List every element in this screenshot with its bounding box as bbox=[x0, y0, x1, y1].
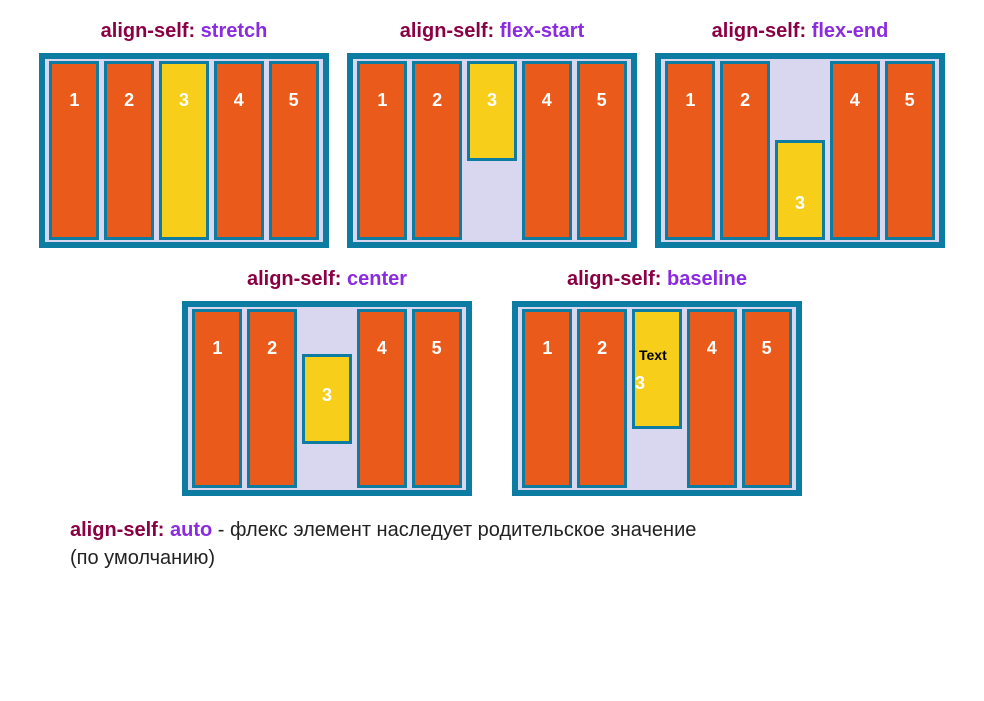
flex-item: 1 bbox=[357, 61, 407, 240]
flex-item: 1 bbox=[49, 61, 99, 240]
flex-item: 2 bbox=[577, 309, 627, 488]
baseline-text-label: Text bbox=[635, 345, 671, 365]
flex-item-special: 3 bbox=[302, 354, 352, 444]
container-flex-start: 1 2 3 4 5 bbox=[347, 53, 637, 248]
flex-item: 5 bbox=[577, 61, 627, 240]
flex-item: 4 bbox=[687, 309, 737, 488]
title-flex-end: align-self: flex-end bbox=[712, 20, 889, 43]
panel-flex-start: align-self: flex-start 1 2 3 4 5 bbox=[347, 20, 637, 248]
container-flex-end: 1 2 3 4 5 bbox=[655, 53, 945, 248]
flex-item: 4 bbox=[830, 61, 880, 240]
top-row: align-self: stretch 1 2 3 4 5 align-self… bbox=[30, 20, 954, 248]
flex-item: 5 bbox=[269, 61, 319, 240]
flex-item: 5 bbox=[885, 61, 935, 240]
flex-item: 5 bbox=[412, 309, 462, 488]
flex-item: 4 bbox=[214, 61, 264, 240]
title-center: align-self: center bbox=[247, 268, 407, 291]
flex-item: 2 bbox=[720, 61, 770, 240]
footer-note: align-self: auto - флекс элемент наследу… bbox=[30, 516, 954, 572]
container-center: 1 2 3 4 5 bbox=[182, 301, 472, 496]
flex-item-special: 3 bbox=[467, 61, 517, 161]
flex-item: 4 bbox=[522, 61, 572, 240]
container-stretch: 1 2 3 4 5 bbox=[39, 53, 329, 248]
flex-item: 1 bbox=[192, 309, 242, 488]
container-baseline: 1 2 Text 3 4 5 bbox=[512, 301, 802, 496]
flex-item-special: 3 bbox=[159, 61, 209, 240]
title-baseline: align-self: baseline bbox=[567, 268, 747, 291]
flex-item: 5 bbox=[742, 309, 792, 488]
panel-stretch: align-self: stretch 1 2 3 4 5 bbox=[39, 20, 329, 248]
bottom-row: align-self: center 1 2 3 4 5 align-self:… bbox=[30, 268, 954, 496]
panel-baseline: align-self: baseline 1 2 Text 3 4 5 bbox=[512, 268, 802, 496]
flex-item: 4 bbox=[357, 309, 407, 488]
title-stretch: align-self: stretch bbox=[101, 20, 268, 43]
panel-flex-end: align-self: flex-end 1 2 3 4 5 bbox=[655, 20, 945, 248]
flex-item: 1 bbox=[522, 309, 572, 488]
title-flex-start: align-self: flex-start bbox=[400, 20, 585, 43]
panel-center: align-self: center 1 2 3 4 5 bbox=[182, 268, 472, 496]
flex-item: 2 bbox=[104, 61, 154, 240]
flex-item: 2 bbox=[412, 61, 462, 240]
flex-item: 1 bbox=[665, 61, 715, 240]
flex-item: 2 bbox=[247, 309, 297, 488]
flex-item-special: Text 3 bbox=[632, 309, 682, 429]
flex-item-special: 3 bbox=[775, 140, 825, 240]
